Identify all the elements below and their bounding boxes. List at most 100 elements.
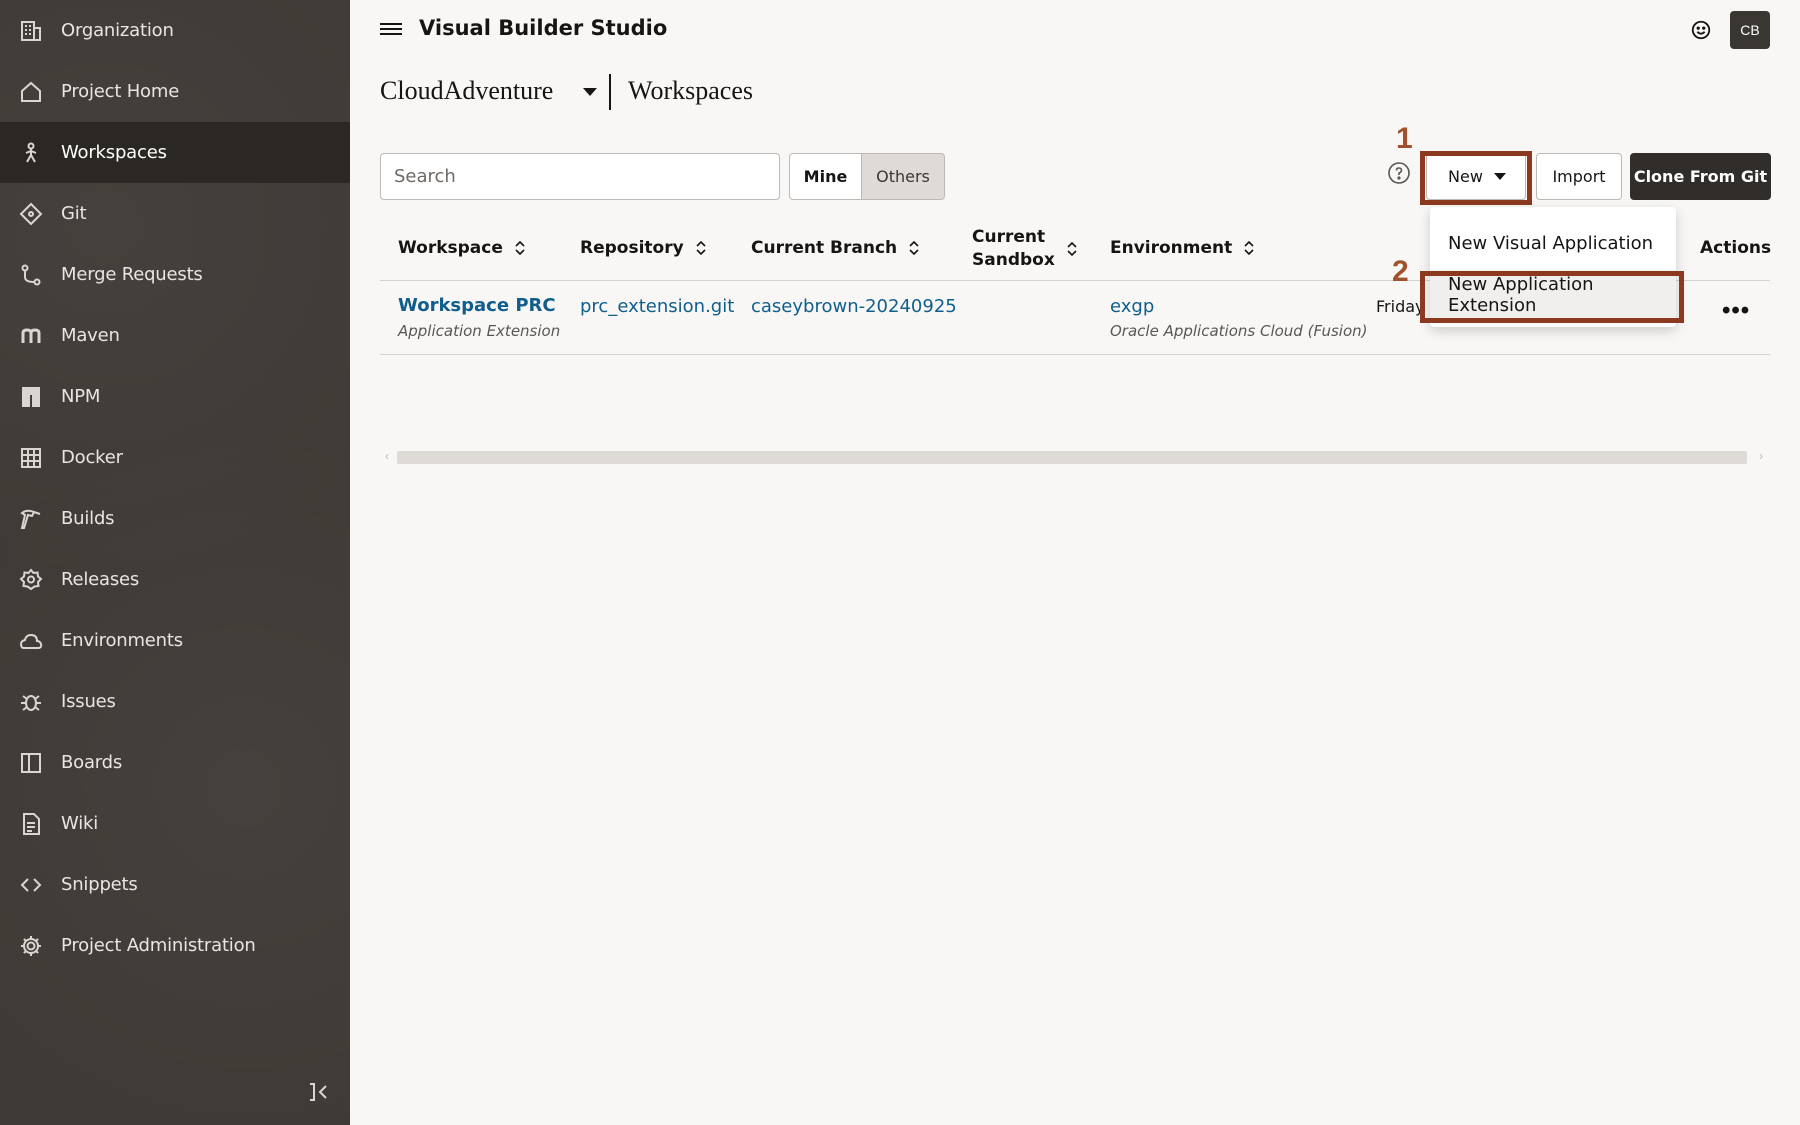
sidebar-item-organization[interactable]: Organization <box>0 0 350 61</box>
sidebar-item-snippets[interactable]: Snippets <box>0 854 350 915</box>
sort-icon <box>515 240 525 256</box>
gear-icon <box>18 933 44 959</box>
sort-icon <box>1067 241 1077 257</box>
sidebar-item-project-administration[interactable]: Project Administration <box>0 915 350 976</box>
code-icon <box>18 872 44 898</box>
document-icon <box>18 811 44 837</box>
scroll-right-icon[interactable]: › <box>1759 449 1763 463</box>
sidebar-item-label: Wiki <box>61 813 99 834</box>
import-button[interactable]: Import <box>1536 153 1622 200</box>
sidebar-item-maven[interactable]: Maven <box>0 305 350 366</box>
menu-item-new-application-extension[interactable]: New Application Extension <box>1430 270 1676 320</box>
sidebar-item-npm[interactable]: NPM <box>0 366 350 427</box>
breadcrumb-divider <box>609 74 611 110</box>
page-title: Workspaces <box>628 76 753 105</box>
step-number-1: 1 <box>1396 122 1413 155</box>
sidebar-item-merge-requests[interactable]: Merge Requests <box>0 244 350 305</box>
new-button[interactable]: New <box>1426 153 1526 200</box>
avatar[interactable]: CB <box>1730 11 1770 49</box>
sidebar-item-boards[interactable]: Boards <box>0 732 350 793</box>
column-label: Repository <box>580 238 684 258</box>
sidebar-item-label: Project Home <box>61 81 180 102</box>
column-label: Current Branch <box>751 238 898 258</box>
sidebar-item-environments[interactable]: Environments <box>0 610 350 671</box>
branch-link[interactable]: caseybrown-20240925 <box>751 296 957 317</box>
feedback-smile-icon[interactable] <box>1690 19 1712 41</box>
column-label: Environment <box>1110 238 1233 258</box>
column-label-line: Sandbox <box>972 250 1055 270</box>
sidebar-item-label: Maven <box>61 325 120 346</box>
sidebar-item-label: Snippets <box>61 874 138 895</box>
repository-link[interactable]: prc_extension.git <box>580 296 734 317</box>
sidebar: Organization Project Home Workspaces Git… <box>0 0 350 1125</box>
column-header-workspace[interactable]: Workspace <box>398 238 525 258</box>
sidebar-item-label: Issues <box>61 691 116 712</box>
column-label: Current Sandbox <box>972 226 1055 272</box>
maven-icon <box>18 323 44 349</box>
sort-icon <box>1244 240 1254 256</box>
filter-mine-button[interactable]: Mine <box>789 153 862 200</box>
home-icon <box>18 79 44 105</box>
row-actions-menu-icon[interactable]: ••• <box>1722 297 1750 325</box>
menu-icon[interactable] <box>380 20 402 42</box>
column-header-current-sandbox[interactable]: Current Sandbox <box>972 226 1077 272</box>
sidebar-item-issues[interactable]: Issues <box>0 671 350 732</box>
board-icon <box>18 750 44 776</box>
sidebar-item-releases[interactable]: Releases <box>0 549 350 610</box>
badge-icon <box>18 567 44 593</box>
sort-icon <box>696 240 706 256</box>
chevron-down-icon <box>1494 173 1506 180</box>
sidebar-item-label: Releases <box>61 569 140 590</box>
building-icon <box>18 18 44 44</box>
column-header-repository[interactable]: Repository <box>580 238 706 258</box>
cloud-icon <box>18 628 44 654</box>
column-label-line: Current <box>972 227 1046 247</box>
sidebar-item-workspaces[interactable]: Workspaces <box>0 122 350 183</box>
chevron-down-icon[interactable] <box>583 88 597 96</box>
hammer-icon <box>18 506 44 532</box>
app-title: Visual Builder Studio <box>419 16 668 40</box>
sidebar-item-label: Project Administration <box>61 935 256 956</box>
sidebar-item-label: Git <box>61 203 87 224</box>
npm-icon <box>18 384 44 410</box>
bug-icon <box>18 689 44 715</box>
help-icon[interactable] <box>1387 161 1411 185</box>
sidebar-item-git[interactable]: Git <box>0 183 350 244</box>
sidebar-item-label: NPM <box>61 386 101 407</box>
new-dropdown-menu: New Visual Application New Application E… <box>1430 207 1676 327</box>
updated-cell: Friday <box>1376 297 1425 316</box>
sidebar-item-label: Workspaces <box>61 142 167 163</box>
sidebar-item-project-home[interactable]: Project Home <box>0 61 350 122</box>
sidebar-item-label: Builds <box>61 508 115 529</box>
sidebar-item-builds[interactable]: Builds <box>0 488 350 549</box>
menu-item-new-visual-application[interactable]: New Visual Application <box>1430 218 1676 268</box>
search-input[interactable] <box>380 153 780 200</box>
sidebar-item-label: Boards <box>61 752 123 773</box>
step-number-2: 2 <box>1392 255 1409 288</box>
project-selector[interactable]: CloudAdventure <box>380 76 553 106</box>
column-label: Workspace <box>398 238 503 258</box>
workspace-link[interactable]: Workspace PRC <box>398 295 556 316</box>
docker-icon <box>18 445 44 471</box>
merge-icon <box>18 262 44 288</box>
filter-others-button[interactable]: Others <box>861 153 945 200</box>
sidebar-item-wiki[interactable]: Wiki <box>0 793 350 854</box>
environment-type: Oracle Applications Cloud (Fusion) <box>1110 322 1368 340</box>
column-header-actions: Actions <box>1700 238 1772 258</box>
horizontal-scrollbar[interactable] <box>397 451 1747 464</box>
clone-from-git-button[interactable]: Clone From Git <box>1630 153 1771 200</box>
sidebar-item-docker[interactable]: Docker <box>0 427 350 488</box>
environment-link[interactable]: exgp <box>1110 296 1154 317</box>
workspace-type: Application Extension <box>398 322 561 340</box>
column-header-current-branch[interactable]: Current Branch <box>751 238 919 258</box>
table-row-divider <box>380 354 1770 355</box>
column-header-environment[interactable]: Environment <box>1110 238 1254 258</box>
sidebar-item-label: Organization <box>61 20 174 41</box>
collapse-sidebar-icon[interactable] <box>306 1080 330 1104</box>
new-button-label: New <box>1448 167 1483 186</box>
sidebar-item-label: Environments <box>61 630 183 651</box>
sidebar-item-label: Merge Requests <box>61 264 203 285</box>
workspace-icon <box>18 140 44 166</box>
sort-icon <box>909 240 919 256</box>
scroll-left-icon[interactable]: ‹ <box>385 449 389 463</box>
